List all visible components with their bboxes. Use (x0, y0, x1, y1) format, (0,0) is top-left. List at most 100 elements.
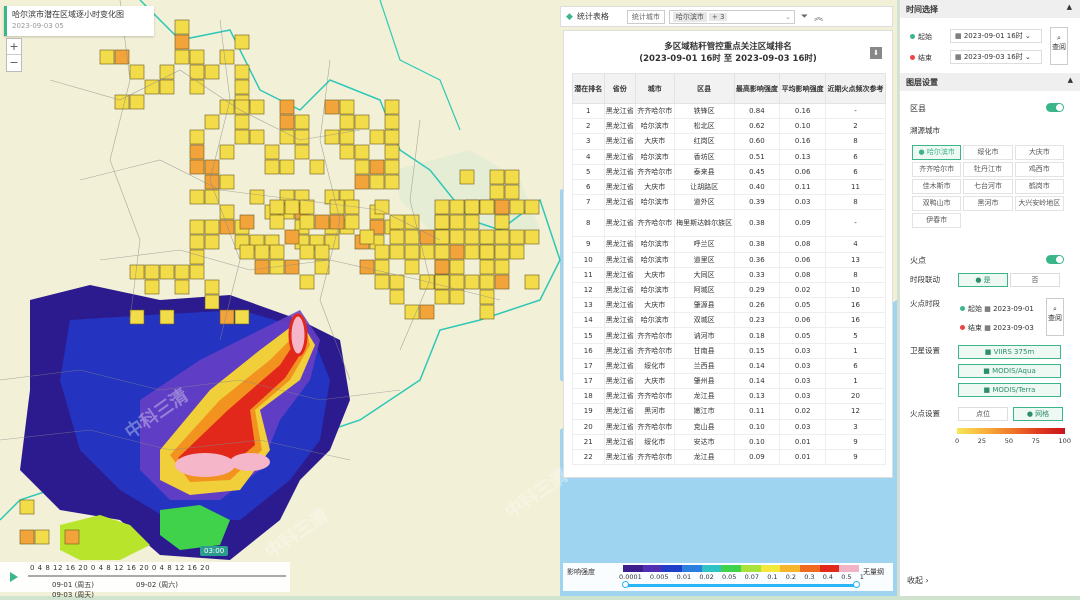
layer-section-header[interactable]: 图层设置 ▲ (900, 73, 1080, 91)
fire-toggle[interactable] (1046, 255, 1064, 264)
table-row[interactable]: 14 黑龙江省 哈尔滨市 双城区 0.23 0.06 16 (572, 312, 886, 329)
table-row[interactable]: 21 黑龙江省 绥化市 安达市 0.10 0.01 9 (572, 433, 886, 450)
table-row[interactable]: 8 黑龙江省 齐齐哈尔市 梅里斯达斡尔族区 0.38 0.09- (572, 209, 886, 238)
fire-grid-cell (494, 214, 510, 230)
end-date-picker[interactable]: ▦ 2023-09-03 16时 ⌄ (950, 50, 1042, 64)
city-option[interactable]: ● 哈尔滨市 (912, 145, 962, 160)
table-row[interactable]: 1 黑龙江省 齐齐哈尔市 铁锋区 0.84 0.16- (572, 102, 886, 120)
city-option[interactable]: 七台河市 (963, 179, 1013, 194)
table-row[interactable]: 17 黑龙江省 大庆市 肇州县 0.14 0.03 1 (572, 372, 886, 390)
table-row[interactable]: 19 黑龙江省 黑河市 嫩江市 0.11 0.02 12 (572, 403, 886, 420)
city-option[interactable]: 大兴安岭地区 (1014, 196, 1064, 211)
table-row[interactable]: 3 黑龙江省 大庆市 红岗区 0.60 0.16 8 (572, 133, 886, 150)
fire-grid-cell (389, 289, 405, 305)
fire-scale-value: 0 (955, 437, 960, 445)
collapse-icon[interactable]: ︽ (814, 10, 823, 23)
city-option[interactable]: 鸡西市 (1014, 162, 1064, 177)
table-cell: 14 (572, 312, 605, 329)
table-row[interactable]: 5 黑龙江省 齐齐哈尔市 泰来县 0.45 0.06 6 (572, 163, 886, 180)
table-cell: 黑龙江省 (603, 163, 636, 180)
county-toggle[interactable] (1046, 103, 1064, 112)
time-section-header[interactable]: 时间选择 ▲ (900, 0, 1080, 18)
city-option[interactable]: 双鸭山市 (912, 196, 962, 211)
link-yes-button[interactable]: ● 是 (958, 273, 1008, 287)
table-row[interactable]: 6 黑龙江省 大庆市 让胡路区 0.40 0.11 11 (572, 178, 886, 196)
table-row[interactable]: 12 黑龙江省 哈尔滨市 阿城区 0.29 0.02 10 (572, 281, 886, 299)
column-header[interactable]: 最高影响强度 (733, 73, 781, 104)
city-option[interactable]: 伊春市 (912, 213, 962, 228)
caret-up-icon[interactable]: ▲ (1068, 76, 1073, 84)
satellite-option[interactable]: ■ MODIS/Terra (958, 383, 1061, 397)
table-row[interactable]: 9 黑龙江省 哈尔滨市 呼兰区 0.38 0.08 4 (572, 236, 886, 253)
column-header[interactable]: 城市 (635, 73, 675, 104)
satellite-option[interactable]: ■ VIIRS 375m (958, 345, 1061, 359)
fire-scale-value: 50 (1004, 437, 1013, 445)
city-option[interactable]: 黑河市 (963, 196, 1013, 211)
table-row[interactable]: 10 黑龙江省 哈尔滨市 道里区 0.36 0.06 13 (572, 251, 886, 268)
fire-start[interactable]: 起始 ▦ 2023-09-01 (960, 304, 1034, 314)
chevron-down-icon[interactable]: ⌄ (785, 13, 791, 21)
city-option[interactable]: 鹤岗市 (1014, 179, 1064, 194)
table-row[interactable]: 22 黑龙江省 齐齐哈尔市 龙江县 0.09 0.01 9 (572, 448, 886, 466)
collapse-button[interactable]: 收起 › (907, 575, 929, 586)
fire-grid-cell (234, 309, 250, 325)
column-header[interactable]: 区县 (673, 73, 735, 104)
range-handle-max[interactable] (853, 581, 860, 588)
city-option[interactable]: 绥化市 (963, 145, 1013, 160)
table-row[interactable]: 13 黑龙江省 大庆市 肇源县 0.26 0.05 16 (572, 297, 886, 314)
fire-query-button[interactable]: ⌕ 查阅 (1046, 298, 1064, 336)
table-row[interactable]: 17 黑龙江省 绥化市 兰西县 0.14 0.03 6 (572, 357, 886, 375)
table-cell: 铁锋区 (673, 102, 735, 120)
table-cell: 0.08 (779, 236, 826, 253)
download-icon[interactable]: ⬇ (870, 47, 882, 59)
column-header[interactable]: 平均影响强度 (779, 73, 826, 104)
table-cell: 0.08 (779, 266, 826, 283)
fire-grid-cell (494, 274, 510, 290)
range-handle-min[interactable] (622, 581, 629, 588)
fire-end[interactable]: 结束 ▦ 2023-09-03 (960, 323, 1034, 333)
city-chip[interactable]: 哈尔滨市 (672, 11, 707, 22)
table-cell: 齐齐哈尔市 (635, 163, 675, 180)
zoom-out-button[interactable]: − (7, 55, 21, 71)
city-option[interactable]: 牡丹江市 (963, 162, 1013, 177)
filter-icon[interactable]: ⏷ (801, 12, 808, 22)
timeline-track[interactable] (28, 575, 286, 577)
legend-range-slider[interactable] (625, 584, 857, 587)
grid-mode-button[interactable]: ● 网格 (1013, 407, 1063, 421)
column-header[interactable]: 省份 (603, 73, 636, 104)
table-row[interactable]: 11 黑龙江省 大庆市 大同区 0.33 0.08 8 (572, 266, 886, 283)
fire-grid-cell (284, 199, 300, 215)
table-cell: 0.05 (779, 297, 826, 314)
table-row[interactable]: 20 黑龙江省 齐齐哈尔市 克山县 0.10 0.03 3 (572, 418, 886, 435)
point-mode-button[interactable]: 点位 (958, 407, 1008, 421)
satellite-option[interactable]: ■ MODIS/Aqua (958, 364, 1061, 378)
city-option[interactable]: 大庆市 (1014, 145, 1064, 160)
table-cell: 哈尔滨市 (635, 251, 675, 268)
play-icon[interactable] (10, 572, 18, 582)
caret-up-icon[interactable]: ▲ (1067, 3, 1072, 11)
fire-grid-cell (419, 304, 435, 320)
city-select[interactable]: 哈尔滨市 + 3 ⌄ (668, 9, 795, 24)
table-row[interactable]: 18 黑龙江省 齐齐哈尔市 龙江县 0.13 0.03 20 (572, 388, 886, 405)
table-cell: 3 (825, 418, 886, 435)
table-row[interactable]: 4 黑龙江省 哈尔滨市 香坊区 0.51 0.13 6 (572, 148, 886, 165)
city-option[interactable]: 齐齐哈尔市 (912, 162, 962, 177)
column-header[interactable]: 潜在排名 (572, 73, 605, 104)
column-header[interactable]: 近期火点频次参考 (825, 73, 886, 104)
table-row[interactable]: 7 黑龙江省 哈尔滨市 道外区 0.39 0.03 8 (572, 194, 886, 211)
timeline[interactable]: 0 4 8 12 16 20 0 4 8 12 16 20 0 4 8 12 1… (0, 562, 290, 599)
city-option[interactable]: 佳木斯市 (912, 179, 962, 194)
fire-grid-cell (369, 174, 385, 190)
table-title-line1: 多区域秸秆管控重点关注区域排名 (664, 42, 792, 52)
table-cell: 0.62 (733, 118, 781, 135)
table-cell: 20 (572, 418, 605, 435)
table-row[interactable]: 15 黑龙江省 齐齐哈尔市 讷河市 0.18 0.05 5 (572, 327, 886, 344)
start-date-picker[interactable]: ▦ 2023-09-01 16时 ⌄ (950, 29, 1042, 43)
query-button[interactable]: ⌕ 查阅 (1050, 27, 1068, 65)
zoom-in-button[interactable]: + (7, 39, 21, 55)
calendar-icon: ▦ (984, 305, 991, 313)
search-icon: ⌕ (1057, 34, 1061, 42)
link-no-button[interactable]: 否 (1010, 273, 1060, 287)
table-row[interactable]: 2 黑龙江省 哈尔滨市 松北区 0.62 0.10 2 (572, 118, 886, 135)
table-row[interactable]: 16 黑龙江省 齐齐哈尔市 甘南县 0.15 0.03 1 (572, 342, 886, 359)
